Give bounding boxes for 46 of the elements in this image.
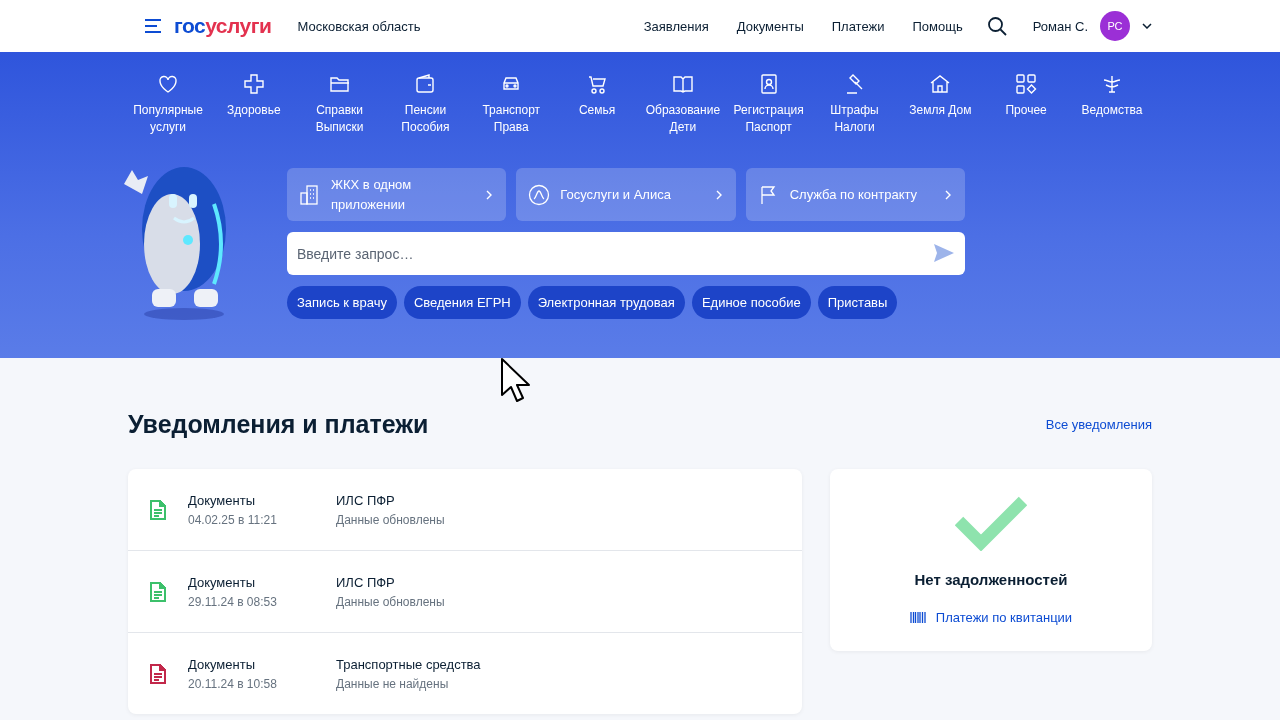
- all-notifications-link[interactable]: Все уведомления: [1045, 417, 1152, 432]
- logo[interactable]: госуслуги: [174, 14, 272, 38]
- quick-link-chip[interactable]: Электронная трудовая: [527, 286, 685, 319]
- notification-status: Данные обновлены: [336, 594, 445, 609]
- debts-status: Нет задолженностей: [914, 571, 1068, 588]
- nav-link[interactable]: Платежи: [831, 18, 885, 34]
- quick-link-chip[interactable]: Приставы: [817, 286, 898, 319]
- category-link[interactable]: Справки Выписки: [299, 72, 380, 136]
- notification-date: 04.02.25 в 11:21: [188, 512, 278, 527]
- category-link[interactable]: Прочее: [986, 72, 1067, 136]
- category-link[interactable]: Транспорт Права: [471, 72, 552, 136]
- user-name[interactable]: Роман С.: [1032, 18, 1088, 34]
- user-avatar[interactable]: РС: [1100, 11, 1130, 41]
- notification-status: Данные обновлены: [336, 512, 445, 527]
- category-link[interactable]: Здоровье: [213, 72, 294, 136]
- category-link[interactable]: Популярные услуги: [128, 72, 208, 136]
- nav-link[interactable]: Документы: [736, 18, 804, 34]
- search-field[interactable]: Введите запрос…: [287, 232, 965, 275]
- notification-status: Данные не найдены: [336, 676, 450, 691]
- category-link[interactable]: Земля Дом: [900, 72, 981, 136]
- category-link[interactable]: Штрафы Налоги: [814, 72, 895, 136]
- notification-date: 29.11.24 в 08:53: [188, 594, 278, 609]
- category-link[interactable]: Ведомства: [1071, 72, 1152, 136]
- category-link[interactable]: Пенсии Пособия: [385, 72, 466, 136]
- nav-link[interactable]: Помощь: [912, 18, 963, 34]
- notification-row[interactable]: Документы 20.11.24 в 10:58 Транспортные средства Данные не найдены: [128, 633, 802, 714]
- category-link[interactable]: Семья: [557, 72, 638, 136]
- category-link[interactable]: Регистрация Паспорт: [728, 72, 809, 136]
- notification-title: ИЛС ПФР: [336, 492, 396, 508]
- notification-category: Документы: [188, 574, 256, 590]
- quick-link-chip[interactable]: Запись к врачу: [287, 286, 397, 319]
- notification-category: Документы: [188, 656, 256, 672]
- quick-link-chip[interactable]: Сведения ЕГРН: [403, 286, 521, 319]
- link-text[interactable]: Платежи по квитанции: [935, 610, 1073, 625]
- region-link[interactable]: Московская область: [297, 18, 421, 34]
- notification-row[interactable]: Документы 04.02.25 в 11:21 ИЛС ПФР Данные обновлены: [128, 469, 802, 551]
- notification-title: ИЛС ПФР: [336, 574, 396, 590]
- notification-row[interactable]: Документы 29.11.24 в 08:53 ИЛС ПФР Данные обновлены: [128, 551, 802, 633]
- receipt-payments-link[interactable]: Платежи по квитанции: [909, 610, 1073, 625]
- notification-category: Документы: [188, 492, 256, 508]
- nav-link[interactable]: Заявления: [643, 18, 709, 34]
- notification-date: 20.11.24 в 10:58: [188, 676, 278, 691]
- quick-link-chip[interactable]: Единое пособие: [691, 286, 811, 319]
- category-link[interactable]: Образование Дети: [642, 72, 723, 136]
- section-title: Уведомления и платежи: [128, 410, 429, 439]
- notification-title: Транспортные средства: [336, 656, 481, 672]
